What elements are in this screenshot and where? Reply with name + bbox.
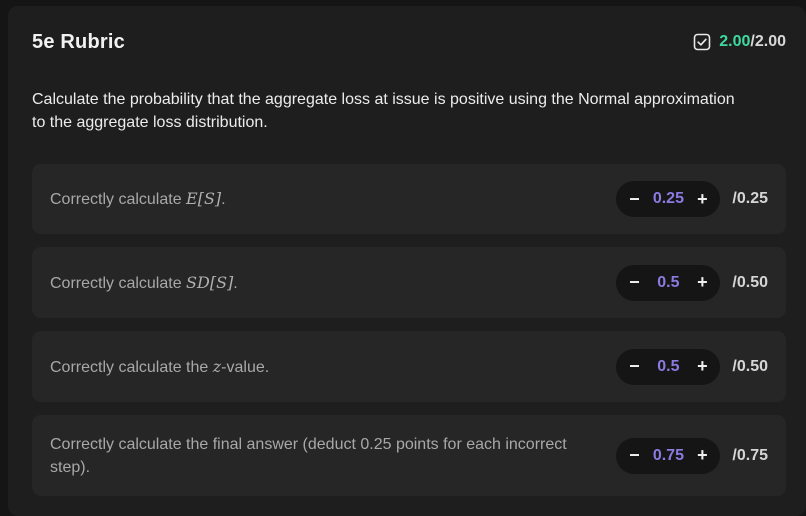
points-stepper: − 0.5 + [616, 264, 721, 301]
check-square-icon [693, 33, 711, 51]
rubric-header: 5e Rubric 2.00 /2.00 [32, 28, 786, 56]
criterion-text: Correctly calculate the z-value. [50, 355, 269, 379]
criterion-text-post: -value. [221, 358, 270, 376]
points-value[interactable]: 0.25 [648, 190, 688, 208]
points-value[interactable]: 0.5 [648, 358, 688, 376]
criterion-math: E[S] [186, 189, 222, 208]
criterion-row: Correctly calculate the z-value. − 0.5 +… [32, 331, 786, 402]
decrement-button[interactable]: − [620, 185, 648, 213]
criterion-math: SD[S] [186, 272, 234, 292]
increment-button[interactable]: + [688, 442, 716, 470]
criterion-text-pre: Correctly calculate the [50, 358, 213, 376]
criterion-text: Correctly calculate E[S]. [50, 187, 226, 211]
criterion-controls: − 0.5 + /0.50 [616, 264, 768, 301]
points-stepper: − 0.75 + [616, 437, 721, 474]
rubric-score: 2.00 /2.00 [693, 33, 786, 51]
rubric-title: 5e Rubric [32, 30, 125, 53]
criterion-text: Correctly calculate the final answer (de… [50, 433, 570, 479]
criterion-row: Correctly calculate SD[S]. − 0.5 + /0.50 [32, 247, 786, 318]
criterion-text-post: . [221, 191, 226, 208]
score-total: /2.00 [750, 33, 786, 50]
score-earned: 2.00 [719, 33, 751, 50]
points-value[interactable]: 0.75 [648, 447, 688, 465]
question-prompt: Calculate the probability that the aggre… [32, 91, 735, 131]
points-value[interactable]: 0.5 [648, 274, 688, 292]
points-max: /0.25 [732, 190, 768, 207]
criterion-text-pre: Correctly calculate [50, 274, 187, 292]
criteria-list: Correctly calculate E[S]. − 0.25 + /0.25… [32, 164, 786, 496]
criterion-controls: − 0.5 + /0.50 [616, 348, 768, 385]
criterion-text-pre: Correctly calculate the final answer (de… [50, 435, 567, 476]
criterion-math: z [212, 356, 222, 376]
increment-button[interactable]: + [688, 353, 716, 381]
points-max: /0.50 [732, 273, 768, 291]
criterion-text-pre: Correctly calculate [50, 191, 187, 208]
criterion-controls: − 0.75 + /0.75 [616, 437, 768, 474]
points-max: /0.75 [732, 446, 768, 464]
decrement-button[interactable]: − [620, 269, 648, 297]
decrement-button[interactable]: − [620, 442, 648, 470]
increment-button[interactable]: + [688, 269, 716, 297]
increment-button[interactable]: + [688, 185, 716, 213]
points-stepper: − 0.5 + [616, 348, 721, 385]
criterion-controls: − 0.25 + /0.25 [616, 181, 768, 217]
decrement-button[interactable]: − [620, 353, 648, 381]
criterion-text: Correctly calculate SD[S]. [50, 271, 238, 295]
criterion-row: Correctly calculate the final answer (de… [32, 415, 786, 496]
rubric-panel: 5e Rubric 2.00 /2.00 Calculate the proba… [8, 6, 806, 516]
points-max: /0.50 [732, 357, 768, 375]
criterion-text-post: . [233, 274, 238, 292]
criterion-row: Correctly calculate E[S]. − 0.25 + /0.25 [32, 164, 786, 234]
points-stepper: − 0.25 + [616, 181, 721, 217]
